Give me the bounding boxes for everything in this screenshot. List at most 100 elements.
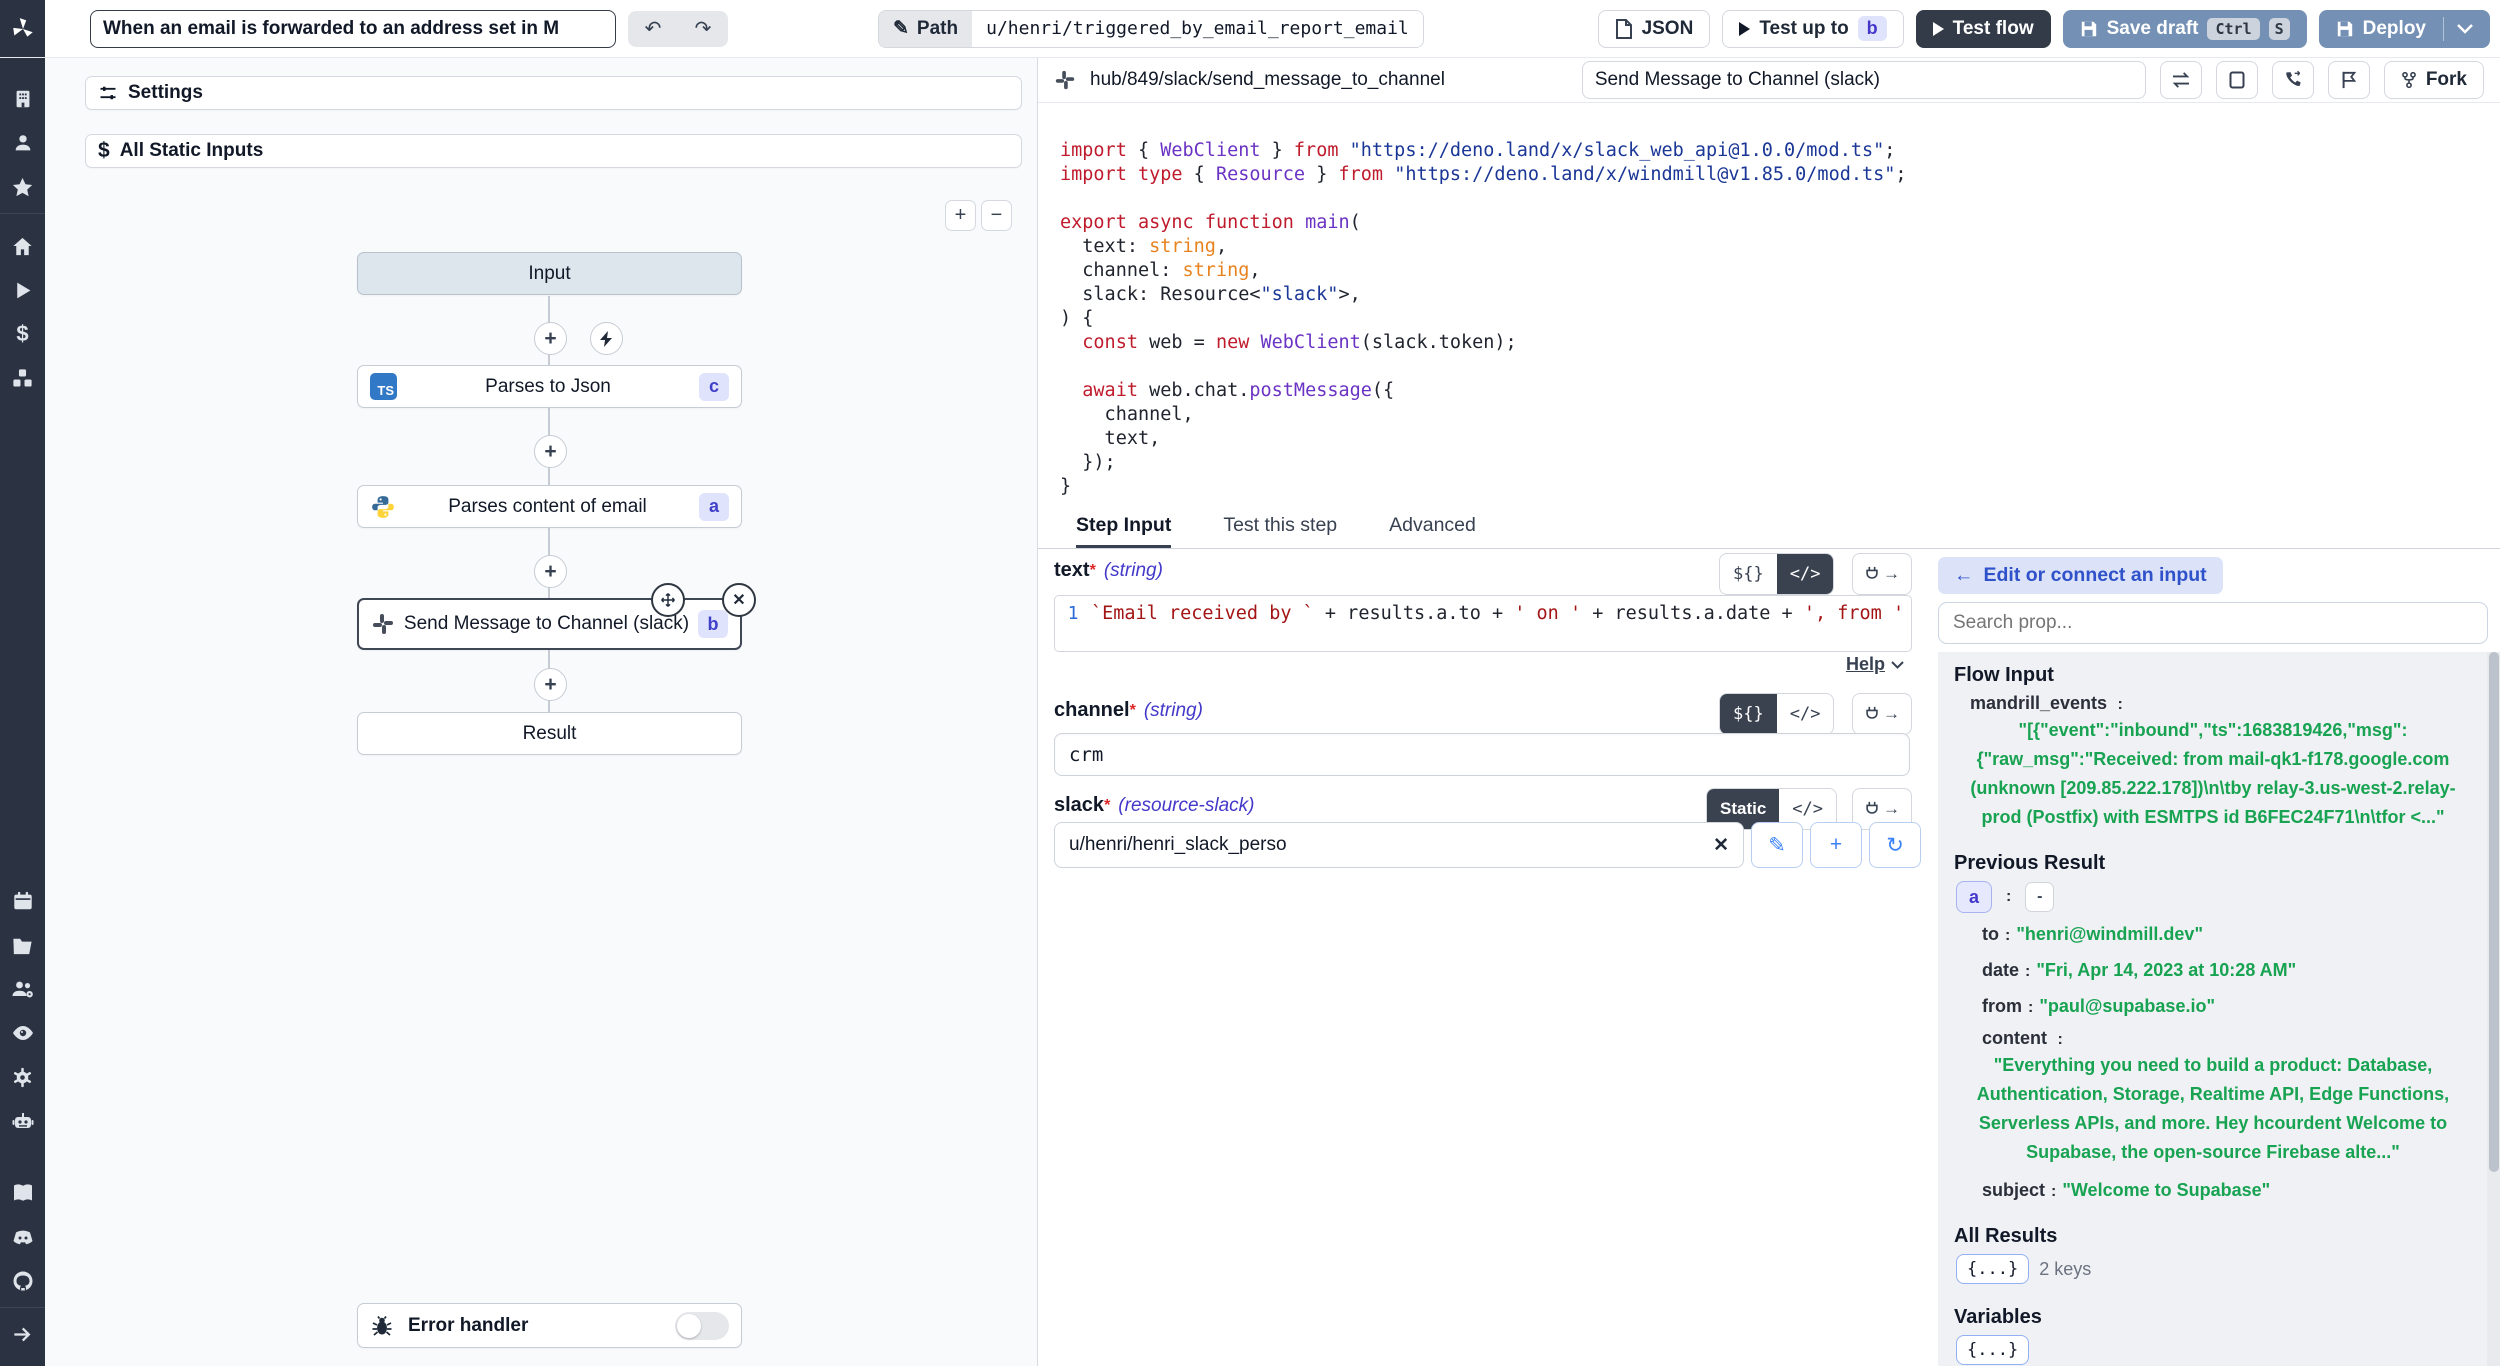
expand-editor-button[interactable] [2216, 61, 2258, 99]
prop-picker-scrollbar[interactable] [2487, 652, 2500, 1366]
save-draft-button[interactable]: Save draft Ctrl S [2063, 10, 2307, 48]
flow-title-input[interactable] [90, 10, 616, 48]
pencil-icon: ✎ [893, 17, 909, 40]
step-name-input[interactable] [1582, 61, 2146, 99]
help-link[interactable]: Help [1846, 654, 1904, 675]
code-lines: import { WebClient } from "https://deno.… [1060, 139, 2500, 499]
tab-step-input[interactable]: Step Input [1076, 505, 1171, 548]
text-expression-editor[interactable]: 1 `Email received by ` + results.a.to + … [1054, 595, 1912, 652]
search-prop-input[interactable] [1938, 602, 2488, 644]
add-step-button[interactable]: + [534, 555, 567, 588]
delete-step-button[interactable]: ✕ [722, 583, 756, 617]
prop-value[interactable]: "Welcome to Supabase" [2062, 1176, 2270, 1205]
flow-node-input[interactable]: Input [357, 252, 742, 295]
error-handler-node[interactable]: Error handler [357, 1303, 742, 1348]
sidebar-item-docs[interactable] [0, 1171, 45, 1215]
sidebar-item-home[interactable] [0, 224, 45, 268]
flow-node-parses-to-json[interactable]: TS Parses to Json c [357, 365, 742, 408]
add-step-button[interactable]: + [534, 668, 567, 701]
code-mode-segment[interactable]: </> [1777, 694, 1834, 734]
all-results-expand-chip[interactable]: {...} [1956, 1254, 2029, 1284]
sidebar-item-audit[interactable] [0, 1011, 45, 1055]
swap-script-button[interactable] [2160, 61, 2202, 99]
text-connect-button[interactable]: → [1852, 553, 1912, 595]
prop-value[interactable]: "henri@windmill.dev" [2016, 920, 2203, 949]
zoom-out-button[interactable]: − [981, 200, 1012, 231]
prop-value[interactable]: "Fri, Apr 14, 2023 at 10:28 AM" [2036, 956, 2296, 985]
sidebar-item-settings[interactable] [0, 1055, 45, 1099]
channel-value-input[interactable] [1054, 733, 1910, 776]
hub-script-path[interactable]: hub/849/slack/send_message_to_channel [1090, 69, 1445, 91]
sidebar-collapse-toggle[interactable] [0, 1312, 45, 1356]
template-mode-segment[interactable]: ${} [1720, 554, 1777, 594]
fork-button[interactable]: Fork [2384, 61, 2484, 99]
path-button[interactable]: ✎ Path [879, 11, 972, 47]
sidebar-item-schedules[interactable] [0, 879, 45, 923]
test-up-to-button[interactable]: Test up to b [1722, 10, 1903, 48]
undo-redo-group: ↶ ↷ [628, 11, 728, 47]
sidebar-item-github[interactable] [0, 1259, 45, 1303]
sidebar-item-discord[interactable] [0, 1215, 45, 1259]
sidebar-item-workspace[interactable] [0, 77, 45, 121]
channel-connect-button[interactable]: → [1852, 693, 1912, 735]
undo-button[interactable]: ↶ [628, 11, 678, 47]
step-a-badge[interactable]: a [1956, 881, 1992, 913]
template-mode-segment[interactable]: ${} [1720, 694, 1777, 734]
prop-key[interactable]: from [1982, 996, 2022, 1017]
json-button[interactable]: JSON [1598, 10, 1711, 48]
webhook-button[interactable] [2272, 61, 2314, 99]
path-value[interactable]: u/henri/triggered_by_email_report_email [972, 11, 1423, 47]
sidebar-item-folders[interactable] [0, 923, 45, 967]
sidebar-item-runs[interactable] [0, 268, 45, 312]
flow-node-parses-content[interactable]: Parses content of email a [357, 485, 742, 528]
error-handler-toggle[interactable] [675, 1312, 729, 1340]
sidebar-item-ai[interactable] [0, 1099, 45, 1143]
variables-expand-chip[interactable]: {...} [1956, 1335, 2029, 1365]
required-asterisk: * [1130, 702, 1136, 720]
code-mode-segment[interactable]: </> [1777, 554, 1834, 594]
path-control[interactable]: ✎ Path u/henri/triggered_by_email_report… [878, 10, 1424, 48]
add-resource-button[interactable]: + [1810, 822, 1862, 868]
content-value[interactable]: "Everything you need to build a product:… [1954, 1049, 2472, 1169]
trigger-bolt-button[interactable] [590, 322, 623, 355]
tab-advanced[interactable]: Advanced [1389, 505, 1476, 548]
git-fork-icon [2401, 71, 2417, 89]
deploy-button[interactable]: Deploy [2319, 10, 2490, 48]
colon: : [2025, 963, 2030, 981]
move-step-handle[interactable] [651, 583, 685, 617]
sidebar-item-user[interactable] [0, 121, 45, 165]
field-label: slack [1054, 794, 1104, 817]
prop-key[interactable]: content [1982, 1028, 2047, 1048]
tab-test-this-step[interactable]: Test this step [1223, 505, 1337, 548]
prop-value[interactable]: "paul@supabase.io" [2039, 992, 2215, 1021]
flow-node-result[interactable]: Result [357, 712, 742, 755]
prop-key[interactable]: subject [1982, 1180, 2045, 1201]
prop-key[interactable]: mandrill_events [1970, 693, 2107, 713]
sidebar-item-groups[interactable] [0, 967, 45, 1011]
prop-key[interactable]: date [1982, 960, 2019, 981]
windmill-logo[interactable] [0, 0, 45, 57]
sidebar-item-resources[interactable] [0, 356, 45, 400]
scrollbar-thumb[interactable] [2489, 652, 2499, 1172]
prop-key[interactable]: to [1982, 924, 1999, 945]
all-static-inputs-button[interactable]: $ All Static Inputs [85, 134, 1022, 168]
sidebar-item-favorites[interactable] [0, 165, 45, 209]
flow-node-send-message-slack[interactable]: ✕ Send Message to Channel (slack) b [357, 598, 742, 650]
chevron-down-icon[interactable] [2457, 24, 2473, 34]
refresh-resource-button[interactable]: ↻ [1869, 822, 1921, 868]
collapse-button[interactable]: - [2025, 882, 2054, 912]
mandrill-events-value[interactable]: "[{"event":"inbound","ts":1683819426,"ms… [1954, 714, 2472, 834]
test-flow-button[interactable]: Test flow [1916, 10, 2051, 48]
add-step-button[interactable]: + [534, 435, 567, 468]
clear-resource-button[interactable]: ✕ [1713, 834, 1729, 857]
edit-or-connect-button[interactable]: ← Edit or connect an input [1938, 557, 2223, 594]
sidebar-item-variables[interactable]: $ [0, 312, 45, 356]
redo-button[interactable]: ↷ [678, 11, 728, 47]
add-step-button[interactable]: + [534, 322, 567, 355]
flag-button[interactable] [2328, 61, 2370, 99]
zoom-in-button[interactable]: + [945, 200, 976, 231]
edit-resource-button[interactable]: ✎ [1751, 822, 1803, 868]
flow-settings-button[interactable]: Settings [85, 76, 1022, 110]
slack-resource-picker[interactable]: u/henri/henri_slack_perso ✕ [1054, 822, 1744, 868]
code-editor[interactable]: import { WebClient } from "https://deno.… [1038, 103, 2500, 505]
